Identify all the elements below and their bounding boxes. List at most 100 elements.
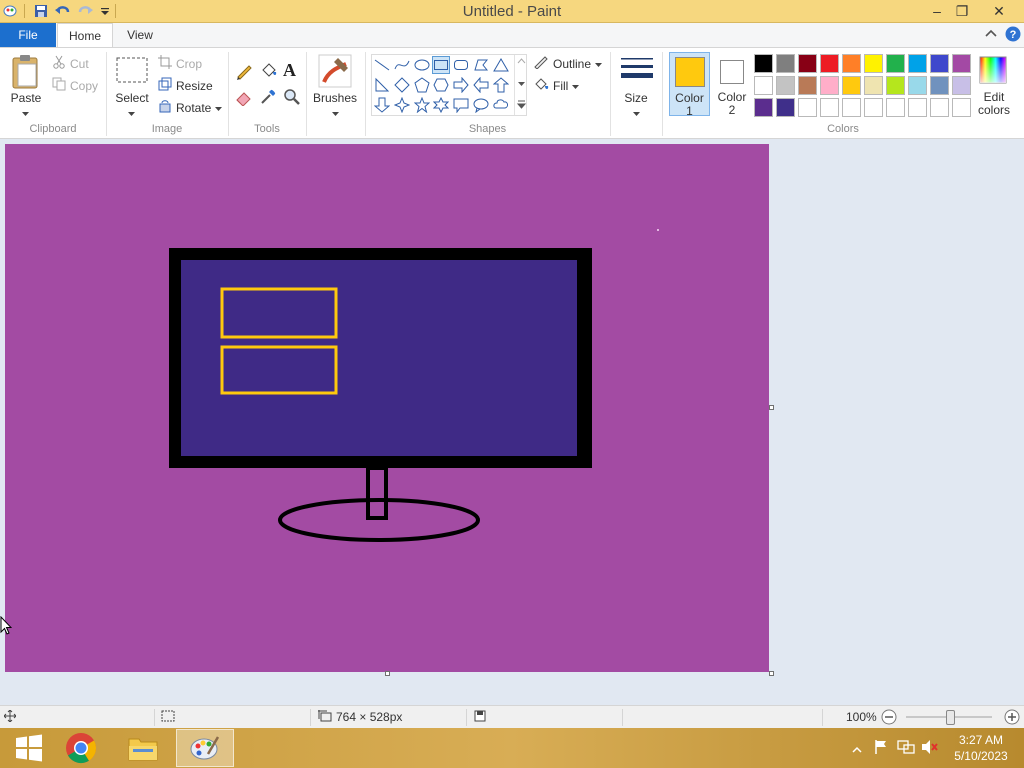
edit-colors-button[interactable]: Edit colors [972, 91, 1016, 117]
outline-button[interactable]: Outline [533, 55, 603, 72]
save-icon[interactable] [33, 3, 49, 19]
eraser-icon[interactable] [235, 88, 253, 109]
color-picker-icon[interactable] [259, 88, 277, 109]
collapse-ribbon-icon[interactable] [985, 28, 997, 42]
show-hidden-icons-icon[interactable] [852, 743, 862, 757]
brushes-button[interactable]: Brushes [312, 91, 358, 105]
palette-swatch[interactable] [930, 76, 949, 95]
oval-callout-shape-icon[interactable] [472, 96, 490, 114]
triangle-shape-icon[interactable] [492, 56, 510, 74]
hexagon-shape-icon[interactable] [432, 76, 450, 94]
select-icon[interactable] [116, 57, 148, 86]
palette-swatch[interactable] [754, 76, 773, 95]
color2-button[interactable]: Color 2 [712, 52, 752, 117]
size-dropdown-icon[interactable] [633, 106, 640, 120]
resize-handle-corner[interactable] [769, 671, 774, 676]
palette-swatch[interactable] [842, 54, 861, 73]
palette-swatch[interactable] [930, 98, 949, 117]
diamond-shape-icon[interactable] [393, 76, 411, 94]
palette-swatch[interactable] [776, 76, 795, 95]
palette-swatch[interactable] [776, 54, 795, 73]
text-tool-icon[interactable]: A [283, 60, 296, 81]
fill-bucket-icon[interactable] [259, 62, 277, 83]
palette-swatch[interactable] [864, 76, 883, 95]
start-button[interactable] [0, 729, 58, 767]
palette-swatch[interactable] [886, 54, 905, 73]
paint-app-icon[interactable] [2, 3, 18, 19]
palette-swatch[interactable] [820, 98, 839, 117]
paste-icon[interactable] [10, 54, 42, 93]
clock[interactable]: 3:27 AM 5/10/2023 [950, 732, 1012, 764]
polygon-shape-icon[interactable] [472, 56, 490, 74]
down-arrow-shape-icon[interactable] [373, 96, 391, 114]
palette-swatch[interactable] [908, 76, 927, 95]
palette-swatch[interactable] [754, 54, 773, 73]
help-icon[interactable]: ? [1005, 26, 1021, 45]
palette-swatch[interactable] [886, 98, 905, 117]
line-shape-icon[interactable] [373, 56, 391, 74]
zoom-out-button[interactable] [881, 709, 897, 728]
chrome-taskbar-button[interactable] [52, 729, 110, 767]
palette-swatch[interactable] [930, 54, 949, 73]
palette-swatch[interactable] [842, 98, 861, 117]
palette-swatch[interactable] [908, 54, 927, 73]
cut-button[interactable]: Cut [52, 55, 89, 72]
palette-swatch[interactable] [908, 98, 927, 117]
drawing-canvas[interactable] [5, 144, 769, 672]
crop-button[interactable]: Crop [158, 55, 202, 72]
palette-swatch[interactable] [820, 76, 839, 95]
palette-swatch[interactable] [952, 54, 971, 73]
volume-muted-icon[interactable] [921, 739, 939, 758]
right-triangle-shape-icon[interactable] [373, 76, 391, 94]
tab-view[interactable]: View [115, 23, 165, 47]
select-button[interactable]: Select [112, 91, 152, 105]
zoom-in-button[interactable] [1004, 709, 1020, 728]
palette-swatch[interactable] [952, 98, 971, 117]
up-arrow-shape-icon[interactable] [492, 76, 510, 94]
pencil-icon[interactable] [235, 62, 253, 83]
resize-handle-bottom[interactable] [385, 671, 390, 676]
redo-icon[interactable] [77, 3, 93, 19]
tab-home[interactable]: Home [57, 23, 113, 48]
size-icon[interactable] [620, 56, 654, 87]
customize-toolbar-icon[interactable] [97, 3, 113, 19]
zoom-slider-thumb[interactable] [946, 710, 955, 725]
close-button[interactable]: ✕ [984, 0, 1014, 22]
resize-handle-right[interactable] [769, 405, 774, 410]
palette-swatch[interactable] [798, 54, 817, 73]
right-arrow-shape-icon[interactable] [452, 76, 470, 94]
rounded-rectangle-shape-icon[interactable] [452, 56, 470, 74]
undo-icon[interactable] [55, 3, 71, 19]
left-arrow-shape-icon[interactable] [472, 76, 490, 94]
paste-button[interactable]: Paste [10, 91, 42, 105]
oval-shape-icon[interactable] [413, 56, 431, 74]
shapes-scrollbar[interactable] [514, 55, 527, 115]
palette-swatch[interactable] [952, 76, 971, 95]
edit-colors-icon[interactable] [979, 56, 1007, 87]
copy-button[interactable]: Copy [52, 77, 98, 94]
cloud-callout-shape-icon[interactable] [492, 96, 510, 114]
palette-swatch[interactable] [886, 76, 905, 95]
size-button[interactable]: Size [614, 91, 658, 105]
network-icon[interactable] [897, 739, 915, 758]
four-point-star-shape-icon[interactable] [393, 96, 411, 114]
rotate-button[interactable]: Rotate [158, 99, 223, 116]
pentagon-shape-icon[interactable] [413, 76, 431, 94]
six-point-star-shape-icon[interactable] [432, 96, 450, 114]
file-explorer-taskbar-button[interactable] [114, 729, 172, 767]
resize-button[interactable]: Resize [158, 77, 213, 94]
palette-swatch[interactable] [754, 98, 773, 117]
palette-swatch[interactable] [842, 76, 861, 95]
paint-taskbar-button[interactable] [176, 729, 234, 767]
palette-swatch[interactable] [864, 54, 883, 73]
brush-icon[interactable] [318, 54, 352, 91]
rect-callout-shape-icon[interactable] [452, 96, 470, 114]
curve-shape-icon[interactable] [393, 56, 411, 74]
select-dropdown-icon[interactable] [128, 106, 135, 120]
palette-swatch[interactable] [798, 98, 817, 117]
magnifier-icon[interactable] [283, 88, 301, 109]
color1-button[interactable]: Color 1 [669, 52, 710, 118]
action-center-flag-icon[interactable] [873, 739, 889, 758]
tab-file[interactable]: File [0, 23, 56, 47]
rectangle-shape-icon[interactable] [432, 56, 450, 74]
